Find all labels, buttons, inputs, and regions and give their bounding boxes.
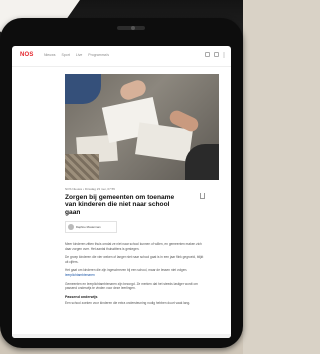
avatar: [68, 224, 74, 230]
author-name: Daphne Mosterman: [76, 225, 101, 229]
camera-lens-icon: [131, 26, 135, 30]
article-meta: NOS Nieuws • Dinsdag 23 mei, 07:55: [65, 187, 115, 191]
more-menu-icon[interactable]: [223, 52, 225, 58]
camera-icon: [117, 26, 145, 30]
article-paragraph: Het gaat om kinderen die zijn ingeschrev…: [65, 268, 205, 277]
article-title: Zorgen bij gemeenten om toename van kind…: [65, 194, 175, 216]
top-nav: NOS Nieuws Sport Live Programma's: [12, 46, 231, 67]
article-subhead: Passend onderwijs: [65, 294, 98, 299]
article-photo: [65, 74, 219, 180]
article-paragraph: Gemeenten en leerplichtambtenaren zijn b…: [65, 281, 198, 291]
nos-logo[interactable]: NOS: [20, 52, 34, 58]
tablet-screen: NOS Nieuws Sport Live Programma's NOS Ni…: [12, 46, 231, 338]
article-paragraph: Een school zoeken voor kinderen die extr…: [65, 300, 191, 305]
author-card[interactable]: Daphne Mosterman: [65, 221, 117, 233]
nav-link-programmas[interactable]: Programma's: [88, 53, 109, 57]
photo-sleeve: [185, 144, 219, 180]
nav-icons: [205, 52, 225, 58]
account-icon[interactable]: [214, 52, 219, 57]
paragraph-text: Het gaat om kinderen die zijn ingeschrev…: [65, 268, 188, 273]
article-body: Meer kinderen zitten thuis omdat ze niet…: [65, 242, 205, 309]
tablet-device: NOS Nieuws Sport Live Programma's NOS Ni…: [0, 18, 243, 348]
article-paragraph: Meer kinderen zitten thuis omdat ze niet…: [65, 242, 202, 251]
nav-link-nieuws[interactable]: Nieuws: [44, 53, 55, 57]
share-icon[interactable]: [200, 193, 205, 199]
nav-link-sport[interactable]: Sport: [61, 53, 69, 57]
article-link[interactable]: leerplichtambtenaren: [65, 273, 95, 277]
article-paragraph: De groep kinderen die vier weken of lang…: [65, 255, 204, 264]
bottom-bar: [12, 334, 231, 338]
nav-link-live[interactable]: Live: [76, 53, 82, 57]
search-icon[interactable]: [205, 52, 210, 57]
photo-sleeve: [65, 154, 99, 180]
nav-links: Nieuws Sport Live Programma's: [44, 53, 109, 57]
